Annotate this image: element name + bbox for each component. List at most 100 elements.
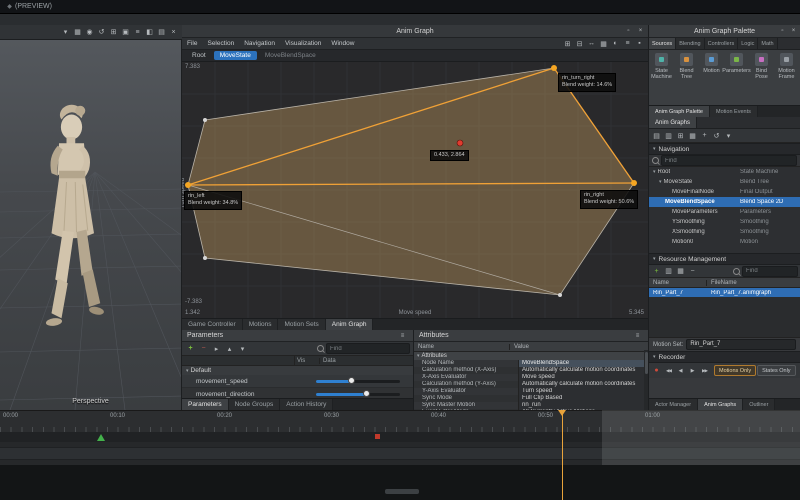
tab-node-groups[interactable]: Node Groups [228, 399, 281, 410]
open-icon[interactable]: ▥ [663, 266, 674, 277]
menu-window[interactable]: Window [326, 40, 359, 47]
navigation-section-header[interactable]: Navigation [649, 143, 800, 155]
save-icon[interactable]: ▦ [675, 266, 686, 277]
parameter-slider[interactable] [316, 377, 400, 384]
close-icon[interactable]: × [788, 26, 799, 37]
graph-toolbar-icon[interactable]: ▦ [598, 38, 609, 49]
loop-start-marker[interactable] [97, 434, 105, 441]
save-icon[interactable]: ⊞ [675, 130, 686, 141]
attribute-row[interactable]: Node Name MoveBlendSpace [414, 360, 648, 367]
menu-visualization[interactable]: Visualization [280, 40, 326, 47]
viewport-3d[interactable]: Perspective [0, 40, 182, 410]
tree-row-movefinalnode[interactable]: MoveFinalNode Final Output [649, 187, 800, 197]
parameters-search-input[interactable] [326, 343, 410, 354]
viewport-tool-icon[interactable]: ⊞ [108, 27, 119, 38]
tab-anim-graphs-bottom[interactable]: Anim Graphs [698, 399, 744, 410]
tab-controllers[interactable]: Controllers [704, 38, 739, 49]
attribute-row[interactable]: Calculation method (X-Axis) Automatically… [414, 367, 648, 374]
attribute-row[interactable]: Calculation method (Y-Axis) Automatically… [414, 381, 648, 388]
tab-parameters[interactable]: Parameters [182, 399, 229, 410]
tab-game-controller[interactable]: Game Controller [182, 319, 243, 330]
tree-row-moveparameters[interactable]: MoveParameters Parameters [649, 207, 800, 217]
float-icon[interactable]: ▫ [623, 26, 634, 37]
panel-menu-icon[interactable]: ≡ [397, 330, 408, 341]
add-parameter-icon[interactable]: + [185, 343, 196, 354]
viewport-tool-icon[interactable]: ◉ [84, 27, 95, 38]
tree-row-motion0[interactable]: Motion0 Motion [649, 237, 800, 247]
edit-parameter-icon[interactable]: ▸ [211, 343, 222, 354]
viewport-tool-icon[interactable]: ◧ [144, 27, 155, 38]
attribute-row[interactable]: Y-Axis Evaluator Turn speed [414, 388, 648, 395]
viewport-tool-icon[interactable]: × [168, 27, 179, 38]
graph-toolbar-icon[interactable]: ◐ [610, 38, 621, 49]
graph-toolbar-icon[interactable]: ⊞ [562, 38, 573, 49]
playhead[interactable] [558, 410, 566, 500]
attributes-section-row[interactable]: Attributes [414, 352, 648, 360]
tab-actor-manager[interactable]: Actor Manager [649, 399, 699, 410]
palette-item-parameters[interactable]: Parameters [722, 50, 751, 74]
tab-anim-graph[interactable]: Anim Graph [325, 319, 374, 330]
viewport-tool-icon[interactable]: ▾ [60, 27, 71, 38]
window-titlebar[interactable]: ◆ (PREVIEW) [0, 0, 800, 14]
move-up-icon[interactable]: ▴ [224, 343, 235, 354]
remove-parameter-icon[interactable]: − [198, 343, 209, 354]
tab-action-history[interactable]: Action History [280, 399, 334, 410]
anim-graph-titlebar[interactable]: Anim Graph ▫ × [182, 25, 648, 38]
tab-sources[interactable]: Sources [649, 38, 677, 49]
parameter-slider[interactable] [316, 390, 400, 397]
breadcrumb-moveblendspace[interactable]: MoveBlendSpace [261, 52, 320, 59]
parameter-group-row[interactable]: Default [182, 366, 413, 375]
tab-anim-graphs[interactable]: Anim Graphs [649, 117, 698, 128]
parameters-header[interactable]: Parameters ≡ [182, 330, 413, 342]
attribute-row[interactable]: X-Axis Evaluator Move speed [414, 374, 648, 381]
file-icon[interactable]: ▤ [651, 130, 662, 141]
resource-search-input[interactable] [742, 265, 798, 277]
viewport-tool-icon[interactable]: ≡ [132, 27, 143, 38]
palette-titlebar[interactable]: Anim Graph Palette ▫ × [649, 25, 800, 38]
more-icon[interactable]: ▾ [723, 130, 734, 141]
motion-set-select[interactable]: Rin_Part_7 [686, 339, 796, 350]
close-icon[interactable]: × [635, 26, 646, 37]
open-icon[interactable]: ▥ [663, 130, 674, 141]
attribute-row[interactable]: Sync Master Motion rin_run [414, 402, 648, 409]
tab-math[interactable]: Math [758, 38, 778, 49]
float-icon[interactable]: ▫ [777, 26, 788, 37]
palette-item-state-machine[interactable]: State Machine [649, 50, 674, 80]
resource-row[interactable]: Rin_Part_7 Rin_Part_7.animgraph [649, 288, 800, 297]
menu-navigation[interactable]: Navigation [239, 40, 280, 47]
tree-row-root[interactable]: RootState Machine [649, 167, 800, 177]
tab-motions[interactable]: Motions [242, 319, 279, 330]
states-only-button[interactable]: States Only [757, 365, 796, 376]
skip-back-icon[interactable]: ◀◀ [663, 365, 674, 376]
remove-icon[interactable]: − [687, 266, 698, 277]
play-icon[interactable]: ▶ [687, 365, 698, 376]
viewport-tool-icon[interactable]: ↺ [96, 27, 107, 38]
blendspace-canvas[interactable]: 7.383 -7.383 1.342 5.345 Move speed Turn… [182, 62, 648, 318]
step-back-icon[interactable]: ◀ [675, 365, 686, 376]
graph-toolbar-icon[interactable]: ≡ [622, 38, 633, 49]
viewport-tool-icon[interactable]: ▤ [156, 27, 167, 38]
viewport-tool-icon[interactable]: ▦ [72, 27, 83, 38]
viewport-camera-label[interactable]: Perspective [0, 398, 181, 405]
tab-blending[interactable]: Blending [676, 38, 705, 49]
playhead-handle[interactable] [558, 410, 566, 416]
undo-icon[interactable]: ↺ [711, 130, 722, 141]
tree-row-ysmoothing[interactable]: YSmoothing Smoothing [649, 217, 800, 227]
tab-motion-sets[interactable]: Motion Sets [278, 319, 326, 330]
panel-menu-icon[interactable]: ≡ [632, 330, 643, 341]
navigation-search-input[interactable] [661, 155, 797, 166]
add-icon[interactable]: + [651, 266, 662, 277]
parameter-row[interactable]: movement_speed [182, 375, 413, 388]
menu-selection[interactable]: Selection [202, 40, 239, 47]
horizontal-scrollbar[interactable] [385, 489, 419, 494]
save-all-icon[interactable]: ▦ [687, 130, 698, 141]
graph-toolbar-icon[interactable]: ↔ [586, 38, 597, 49]
tab-anim-graph-palette[interactable]: Anim Graph Palette [649, 106, 710, 117]
move-down-icon[interactable]: ▾ [237, 343, 248, 354]
palette-item-motion-frame[interactable]: Motion Frame [774, 50, 799, 80]
attributes-header[interactable]: Attributes ≡ [414, 330, 648, 342]
attribute-row[interactable]: Sync Mode Full Clip Based [414, 395, 648, 402]
palette-item-blend-tree[interactable]: Blend Tree [674, 50, 699, 80]
recorder-section-header[interactable]: Recorder [649, 351, 800, 363]
tree-row-xsmoothing[interactable]: XSmoothing Smoothing [649, 227, 800, 237]
